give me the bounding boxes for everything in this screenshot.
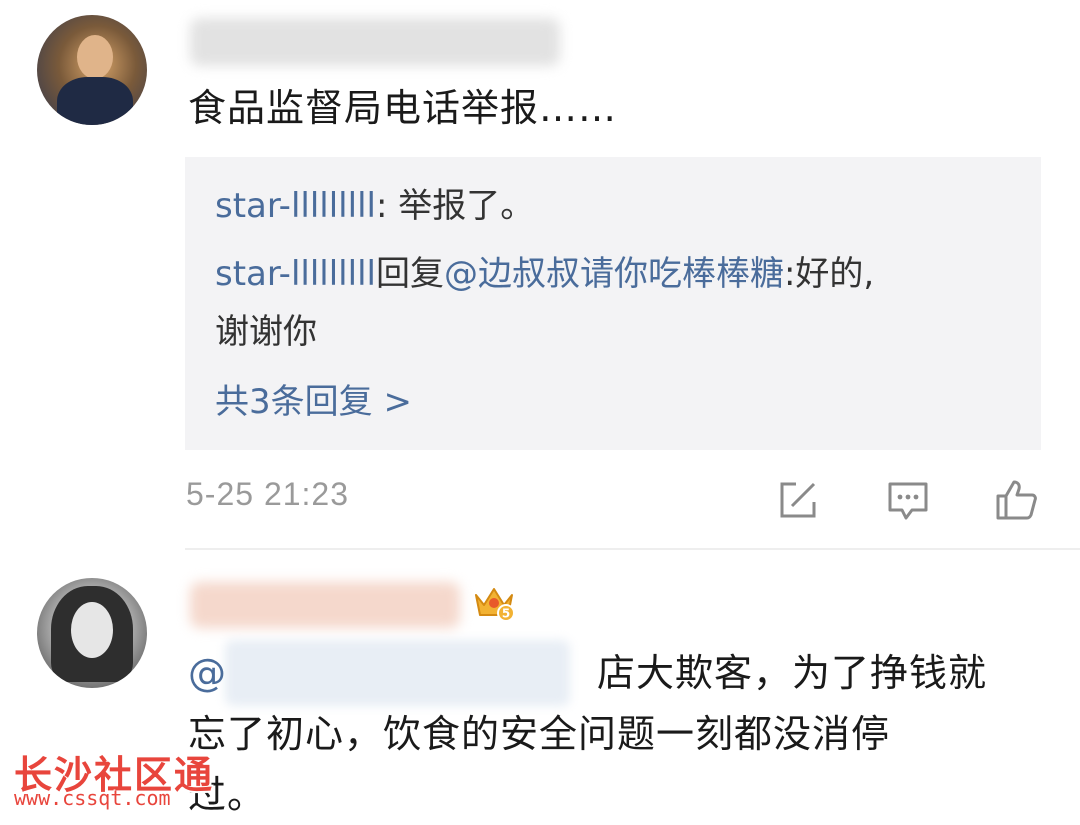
comment-icon[interactable] — [886, 478, 930, 522]
reply-text: :好的, — [783, 254, 875, 294]
reply-text-continued: 谢谢你 — [215, 312, 317, 352]
watermark-url: www.cssqt.com — [14, 786, 171, 810]
comment-text-line: @ 店大欺客，为了挣钱就 — [188, 651, 988, 695]
like-icon[interactable] — [994, 478, 1038, 522]
reply-item: star-lllllllll: 举报了。 — [215, 186, 535, 226]
mention-prefix[interactable]: @ — [188, 651, 227, 695]
avatar[interactable] — [37, 15, 147, 125]
reply-item: star-lllllllll回复@边叔叔请你吃棒棒糖:好的, — [215, 254, 875, 294]
comment-text: 食品监督局电话举报…… — [188, 86, 618, 130]
divider — [185, 548, 1080, 550]
comment-text-line: 忘了初心，饮食的安全问题一刻都没消停 — [188, 712, 891, 756]
badge-level: 5 — [502, 607, 510, 621]
username-blurred[interactable] — [190, 18, 560, 66]
reply-username[interactable]: star-lllllllll — [215, 254, 376, 294]
more-replies-link[interactable]: 共3条回复 > — [215, 373, 412, 431]
reply-username[interactable]: star-lllllllll — [215, 186, 376, 226]
share-icon[interactable] — [776, 478, 820, 522]
reply-mention[interactable]: @边叔叔请你吃棒棒糖 — [444, 254, 784, 294]
avatar-face — [77, 35, 113, 79]
crown-badge-icon: 5 — [475, 588, 515, 622]
avatar[interactable] — [37, 578, 147, 688]
reply-text: 举报了。 — [398, 186, 535, 226]
avatar-body — [57, 77, 133, 125]
avatar-face — [71, 602, 113, 658]
username-blurred[interactable] — [190, 582, 460, 628]
reply-box[interactable]: star-lllllllll: 举报了。 star-lllllllll回复@边叔… — [185, 157, 1041, 450]
timestamp: 5-25 21:23 — [186, 476, 350, 512]
